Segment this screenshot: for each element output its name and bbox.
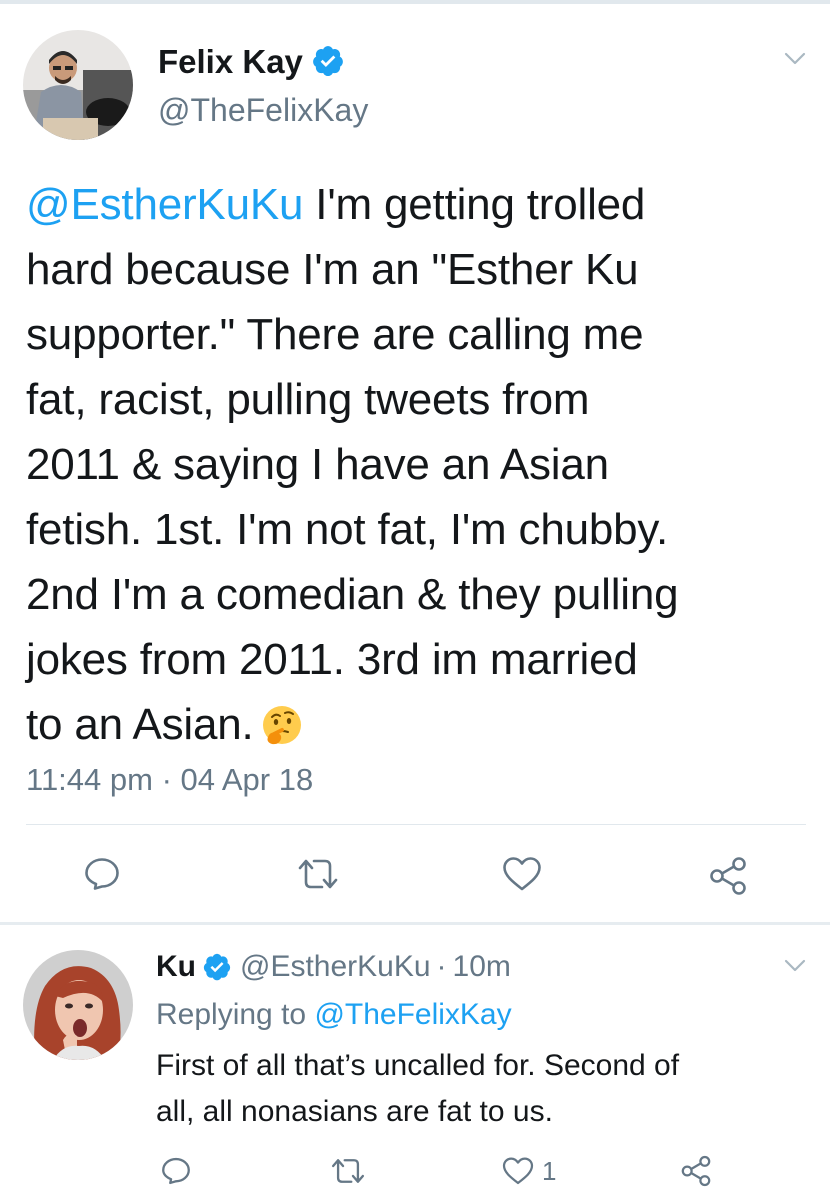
reply-header: Ku @EstherKuKu · 10m (156, 947, 511, 987)
like-count: 1 (542, 1155, 557, 1186)
retweet-icon (329, 1156, 367, 1186)
thinking-face-icon (260, 703, 304, 747)
divider (26, 824, 806, 825)
reply-author-avatar[interactable] (23, 950, 133, 1060)
reply-line: all, all nonasians are fat to us. (156, 1095, 553, 1128)
share-icon (680, 1155, 712, 1187)
chevron-down-icon[interactable] (784, 959, 806, 973)
share-button[interactable] (676, 1151, 716, 1191)
replying-to-mention[interactable]: @TheFelixKay (314, 998, 511, 1031)
like-icon (502, 1156, 534, 1186)
tweet-line: @EstherKuKu I'm getting trolled (26, 180, 646, 229)
reply-time[interactable]: 10m (453, 947, 511, 987)
mention-link[interactable]: @EstherKuKu (26, 180, 303, 229)
chevron-down-icon[interactable] (784, 52, 806, 66)
reply-icon (161, 1157, 191, 1185)
tweet-line: 2nd I'm a comedian & they pulling (26, 570, 679, 619)
tweet-line: fat, racist, pulling tweets from (26, 375, 590, 424)
verified-badge-icon (311, 44, 345, 78)
main-tweet: Felix Kay @TheFelixKay @EstherKuKu I'm g… (0, 4, 830, 922)
like-button[interactable] (498, 852, 546, 896)
reply-line: First of all that’s uncalled for. Second… (156, 1049, 680, 1082)
share-icon (708, 856, 748, 896)
replying-to: Replying to @TheFelixKay (156, 998, 512, 1031)
retweet-button[interactable] (326, 1153, 370, 1189)
tweet-text: @EstherKuKu I'm getting trolled hard bec… (26, 172, 816, 757)
tweet-line: to an Asian. (26, 692, 816, 757)
tweet-line: fetish. 1st. I'm not fat, I'm chubby. (26, 505, 668, 554)
author-name[interactable]: Felix Kay (158, 42, 303, 82)
reply-button[interactable] (80, 852, 124, 896)
tweet-line: jokes from 2011. 3rd im married (26, 635, 638, 684)
tweet-line: hard because I'm an "Esther Ku (26, 245, 639, 294)
share-button[interactable] (704, 852, 752, 900)
tweet-line: supporter." There are calling me (26, 310, 644, 359)
reply-author-handle[interactable]: @EstherKuKu (240, 947, 431, 987)
retweet-icon (295, 856, 341, 892)
reply-author-name[interactable]: Ku (156, 947, 196, 987)
author-avatar[interactable] (23, 30, 133, 140)
tweet-timestamp[interactable]: 11:44 pm · 04 Apr 18 (26, 760, 313, 800)
like-icon (502, 856, 542, 892)
tweet-line: 2011 & saying I have an Asian (26, 440, 609, 489)
reply-text: First of all that’s uncalled for. Second… (156, 1043, 816, 1135)
reply-icon (84, 857, 120, 891)
author-handle[interactable]: @TheFelixKay (158, 90, 368, 130)
separator-dot: · (436, 950, 447, 983)
reply-button[interactable] (156, 1153, 196, 1189)
reply-tweet[interactable]: Ku @EstherKuKu · 10m Replying to @TheFel… (0, 925, 830, 1200)
retweet-button[interactable] (292, 852, 344, 896)
verified-badge-icon (202, 952, 232, 982)
like-button[interactable]: 1 (502, 1153, 582, 1189)
